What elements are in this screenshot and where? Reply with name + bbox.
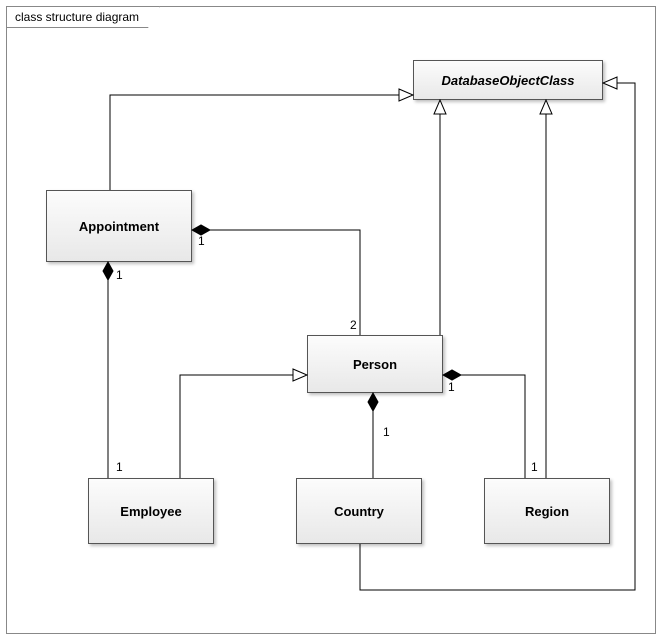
mult-person-country: 1 [383,425,390,439]
class-appointment: Appointment [46,190,192,262]
diagram-root: class structure diagram DatabaseObjectCl… [0,0,664,642]
class-employee: Employee [88,478,214,544]
mult-appt-emp-top: 1 [116,268,123,282]
mult-appt-person-appt: 1 [198,234,205,248]
class-person: Person [307,335,443,393]
class-region: Region [484,478,610,544]
mult-appt-emp-bottom: 1 [116,460,123,474]
mult-person-region-region: 1 [531,460,538,474]
mult-appt-person-person: 2 [350,318,357,332]
class-databaseobjectclass: DatabaseObjectClass [413,60,603,100]
class-country: Country [296,478,422,544]
mult-person-region-person: 1 [448,380,455,394]
frame-title: class structure diagram [6,6,160,28]
